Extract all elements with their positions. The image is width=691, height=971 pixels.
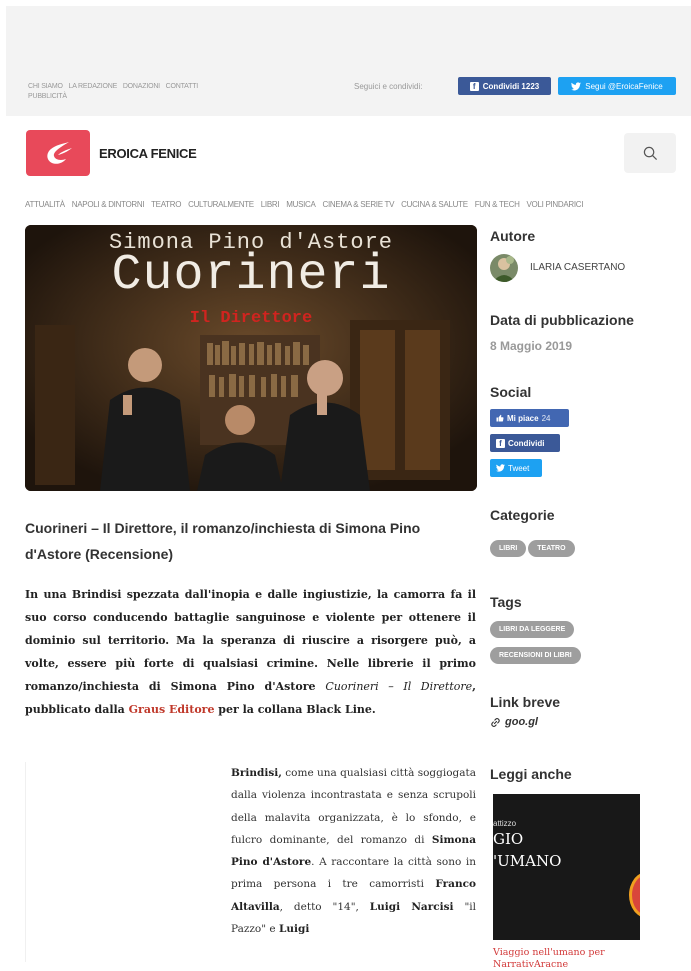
nav-item-attualita[interactable]: ATTUALITÀ	[25, 200, 65, 209]
tags-heading: Tags	[490, 594, 522, 610]
site-name[interactable]: EROICA FENICE	[99, 146, 197, 161]
toplink-redazione[interactable]: LA REDAZIONE	[69, 83, 118, 90]
shortlink-value: goo.gl	[505, 716, 538, 728]
body-text-3: , detto "14",	[279, 900, 370, 913]
lead-text-3: per la collana Black Line.	[214, 703, 376, 716]
sidebar-tags-section: Tags LIBRI DA LEGGERE RECENSIONI DI LIBR…	[490, 594, 680, 664]
categories-heading: Categorie	[490, 507, 555, 523]
hero-title: Cuorineri	[111, 247, 391, 304]
shortlink[interactable]: goo.gl	[490, 716, 680, 728]
lead-book-title: Cuorineri – Il Direttore	[325, 680, 473, 693]
twitter-icon	[496, 464, 505, 472]
category-teatro[interactable]: TEATRO	[528, 540, 575, 557]
tweet-label: Tweet	[508, 463, 530, 473]
like-icon	[496, 414, 504, 422]
search-icon	[643, 146, 657, 160]
readmore-img-line1: attizzo	[493, 819, 517, 828]
nav-item-cucina[interactable]: CUCINA & SALUTE	[401, 200, 468, 209]
follow-twitter-label: Segui @EroicaFenice	[585, 81, 663, 91]
author-name[interactable]: ILARIA CASERTANO	[530, 262, 625, 273]
like-label: Mi piace	[507, 413, 539, 423]
publication-date: 8 Maggio 2019	[490, 339, 573, 353]
like-button[interactable]: Mi piace 24	[490, 409, 569, 427]
article-lead: In una Brindisi spezzata dall'inopia e d…	[25, 583, 476, 721]
nav-item-napoli[interactable]: NAPOLI & DINTORNI	[72, 200, 145, 209]
nav-item-voli-pindarici[interactable]: VOLI PINDARICI	[526, 200, 583, 209]
tweet-button[interactable]: Tweet	[490, 459, 542, 477]
sidebar-social-section: Social	[490, 384, 680, 400]
category-libri[interactable]: LIBRI	[490, 540, 527, 557]
facebook-icon: f	[496, 438, 505, 448]
search-button[interactable]	[624, 133, 676, 173]
body-bold-1: Brindisi,	[231, 767, 282, 779]
sidebar-date-section: Data di pubblicazione	[490, 312, 680, 328]
body-bold-4: Luigi Narcisi	[369, 900, 454, 913]
avatar[interactable]	[490, 254, 518, 282]
readmore-caption[interactable]: Viaggio nell'umano per NarrativAracne	[493, 947, 653, 971]
author-heading: Autore	[490, 228, 536, 244]
top-links: CHI SIAMO LA REDAZIONE DONAZIONI CONTATT…	[28, 82, 258, 102]
share-button-top[interactable]: f Condividi 1223	[458, 77, 551, 95]
toplink-donazioni[interactable]: DONAZIONI	[123, 83, 160, 90]
readmore-heading: Leggi anche	[490, 766, 572, 782]
follow-label: Seguici e condividi:	[354, 82, 423, 91]
sidebar-readmore-section: Leggi anche	[490, 766, 680, 782]
toplink-chi-siamo[interactable]: CHI SIAMO	[28, 83, 63, 90]
readmore-img-decoration	[629, 872, 640, 918]
hero-image: Simona Pino d'Astore Cuorineri Il Dirett…	[25, 225, 477, 491]
publisher-link[interactable]: Graus Editore	[129, 703, 215, 716]
nav-item-cinema[interactable]: CINEMA & SERIE TV	[323, 200, 395, 209]
social-heading: Social	[490, 384, 532, 400]
site-logo[interactable]	[26, 130, 90, 176]
shortlink-heading: Link breve	[490, 694, 561, 710]
readmore-thumbnail[interactable]: attizzo GIO 'UMANO	[493, 794, 640, 940]
readmore-img-line2: GIO	[493, 830, 524, 848]
main-nav: ATTUALITÀ NAPOLI & DINTORNI TEATRO CULTU…	[25, 200, 588, 209]
nav-item-teatro[interactable]: TEATRO	[151, 200, 181, 209]
tag-list: LIBRI DA LEGGERE	[490, 618, 680, 638]
category-list: LIBRI TEATRO	[490, 537, 680, 557]
sidebar-categories-section: Categorie LIBRI TEATRO	[490, 507, 680, 557]
sidebar-shortlink-section: Link breve goo.gl	[490, 694, 680, 728]
article-title: Cuorineri – Il Direttore, il romanzo/inc…	[25, 520, 421, 562]
tag-libri-da-leggere[interactable]: LIBRI DA LEGGERE	[490, 621, 575, 638]
date-heading: Data di pubblicazione	[490, 312, 634, 328]
sidebar-author-section: Autore	[490, 228, 680, 244]
body-bold-5: Luigi	[278, 923, 310, 936]
hero-subtitle: Il Direttore	[189, 309, 313, 328]
share-label-sidebar: Condividi	[508, 438, 545, 448]
follow-twitter-button[interactable]: Segui @EroicaFenice	[558, 77, 676, 95]
embed-placeholder	[25, 762, 26, 962]
like-count: 24	[541, 413, 551, 423]
nav-item-musica[interactable]: MUSICA	[286, 200, 316, 209]
share-label: Condividi 1223	[482, 81, 540, 91]
nav-item-libri[interactable]: LIBRI	[261, 200, 280, 209]
twitter-icon	[571, 81, 582, 90]
article-body: Brindisi, come una qualsiasi città soggi…	[231, 762, 476, 940]
nav-item-culturalmente[interactable]: CULTURALMENTE	[188, 200, 254, 209]
link-icon	[491, 717, 500, 727]
tag-recensioni-di-libri[interactable]: RECENSIONI DI LIBRI	[490, 647, 581, 664]
facebook-icon: f	[469, 81, 479, 91]
phoenix-logo-icon	[47, 142, 72, 164]
toplink-contatti[interactable]: CONTATTI	[166, 83, 199, 90]
share-button-sidebar[interactable]: f Condividi	[490, 434, 560, 452]
readmore-img-line3: 'UMANO	[493, 852, 562, 870]
nav-item-fun-tech[interactable]: FUN & TECH	[475, 200, 520, 209]
toplink-pubblicita[interactable]: PUBBLICITÀ	[28, 93, 67, 100]
lead-text-1: In una Brindisi spezzata dall'inopia e d…	[25, 588, 476, 693]
